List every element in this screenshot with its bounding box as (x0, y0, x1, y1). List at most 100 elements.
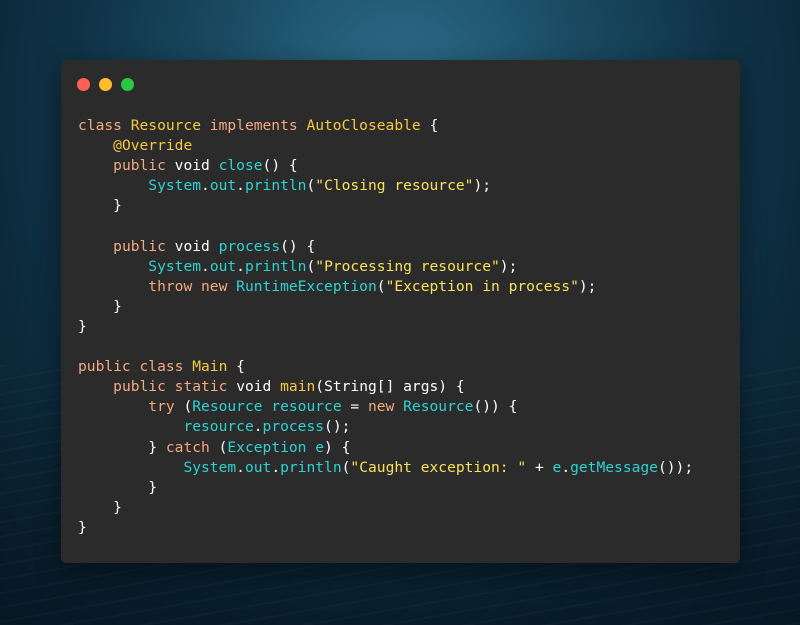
code-token: . (236, 257, 245, 275)
code-token: throw (148, 277, 202, 295)
code-token: . (236, 177, 245, 195)
code-token: println (244, 177, 307, 195)
code-token: . (236, 458, 245, 476)
code-token: . (253, 418, 263, 436)
code-token: out (209, 257, 237, 275)
code-token: void (174, 237, 219, 255)
code-token: ) { (324, 438, 351, 456)
code-token: (); (324, 418, 351, 436)
code-window: class Resource implements AutoCloseable … (61, 60, 740, 563)
code-token: System (148, 257, 202, 275)
code-line: } catch (Exception e) { (78, 438, 693, 458)
code-token: class (139, 358, 193, 376)
code-token: RuntimeException (236, 277, 377, 295)
code-token: @Override (113, 137, 193, 155)
code-token: AutoCloseable (306, 117, 421, 134)
code-token: (String[] args) { (315, 378, 465, 396)
code-token: ()) { (473, 398, 518, 416)
code-line: public static void main(String[] args) { (78, 377, 693, 397)
code-line: resource.process(); (78, 417, 693, 437)
code-token: } (78, 498, 122, 516)
code-token: new (367, 398, 404, 416)
minimize-dot-icon[interactable] (99, 78, 112, 91)
code-token: ); (473, 177, 492, 195)
code-token: = (341, 398, 368, 416)
code-token: public (113, 237, 175, 255)
code-token: getMessage (570, 458, 658, 476)
code-token: () { (280, 237, 316, 255)
code-token: } (78, 478, 158, 496)
code-line: System.out.println("Caught exception: " … (78, 458, 693, 478)
code-token: } (78, 438, 166, 456)
code-token: } (78, 197, 122, 215)
code-token: System (148, 177, 202, 195)
code-line: } (78, 317, 693, 337)
code-token: ( (183, 398, 193, 416)
code-token: process (218, 237, 281, 255)
code-token: out (209, 177, 237, 195)
code-token: ()); (657, 458, 694, 476)
code-token: println (280, 458, 342, 476)
code-line: public class Main { (78, 357, 693, 377)
code-token: } (78, 518, 87, 536)
code-token: } (78, 297, 122, 315)
code-line: } (78, 196, 693, 216)
code-block: class Resource implements AutoCloseable … (78, 116, 693, 538)
code-token: Exception e (227, 438, 325, 456)
code-token: void (174, 157, 219, 175)
code-token: "Closing resource" (315, 177, 474, 195)
code-token: { (420, 117, 439, 134)
code-token: ( (306, 177, 316, 195)
code-line: public void process() { (78, 237, 693, 257)
code-token: } (78, 317, 87, 335)
close-dot-icon[interactable] (77, 78, 90, 91)
code-line: public void close() { (78, 156, 693, 176)
code-token: Main (192, 358, 228, 376)
code-token: process (262, 418, 325, 436)
code-token: Resource resource (192, 398, 342, 416)
maximize-dot-icon[interactable] (121, 78, 134, 91)
code-token: { (227, 358, 245, 376)
code-line: } (78, 518, 693, 538)
code-line: System.out.println("Closing resource"); (78, 176, 693, 196)
code-line: class Resource implements AutoCloseable … (78, 116, 693, 136)
code-token: resource (183, 418, 254, 436)
code-token: System (183, 458, 237, 476)
code-token: + (526, 458, 553, 476)
code-token: public (113, 378, 175, 396)
code-token: "Exception in process" (385, 277, 579, 295)
code-token: catch (165, 438, 219, 456)
code-line: } (78, 478, 693, 498)
code-token: e (552, 458, 562, 476)
code-line: try (Resource resource = new Resource())… (78, 397, 693, 417)
code-token: implements (209, 117, 307, 134)
code-token: . (561, 458, 571, 476)
code-line: } (78, 498, 693, 518)
code-token: ); (499, 257, 518, 275)
code-token: static (174, 378, 237, 396)
code-token: "Caught exception: " (350, 458, 527, 476)
code-line: System.out.println("Processing resource"… (78, 257, 693, 277)
window-controls (77, 78, 134, 91)
code-token: new (201, 277, 237, 295)
code-token: Resource (130, 117, 210, 134)
code-token: . (271, 458, 281, 476)
code-token: println (244, 257, 307, 275)
code-token: ( (306, 257, 316, 275)
code-line: @Override (78, 136, 693, 156)
code-token: main (280, 378, 316, 396)
code-token: Resource (403, 398, 474, 416)
code-token: public (113, 157, 175, 175)
code-token: () { (262, 157, 298, 175)
